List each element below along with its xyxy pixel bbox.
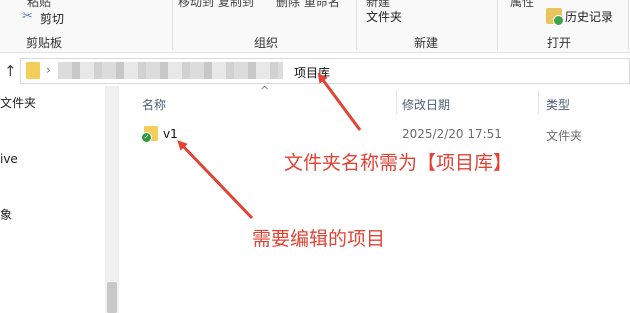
properties-button-label[interactable]: 属性: [510, 0, 534, 10]
move-copy-buttons-label[interactable]: 移动到 复制到: [178, 0, 254, 10]
group-clipboard-label: 剪贴板: [26, 36, 63, 50]
group-organize-label: 组织: [254, 36, 279, 50]
table-row[interactable]: ✓ v1 2025/2/20 17:51 文件夹: [122, 124, 630, 146]
address-bar: ↑ › 项目库: [0, 56, 630, 86]
cut-button[interactable]: 剪切: [40, 10, 64, 27]
folder-icon: [26, 62, 40, 79]
nav-item-drive[interactable]: ive: [0, 152, 18, 166]
nav-scrollbar[interactable]: [105, 86, 119, 313]
file-modified: 2025/2/20 17:51: [402, 127, 502, 141]
nav-item-objects[interactable]: 象: [0, 206, 12, 223]
sync-check-icon: ✓: [141, 132, 152, 143]
navigation-pane: 文件夹 ive 象: [0, 86, 122, 313]
history-button[interactable]: 历史记录: [565, 8, 613, 25]
file-name[interactable]: v1: [163, 127, 178, 141]
column-divider[interactable]: [396, 90, 397, 114]
ribbon-divider: [497, 0, 498, 50]
new-folder-button[interactable]: 文件夹: [366, 8, 402, 25]
ribbon-divider: [356, 0, 357, 50]
ribbon: 粘贴 移动到 复制到 删除 重命名 新建 属性 ✂ 剪切 文件夹 历史记录 剪贴…: [0, 0, 630, 53]
group-open-label: 打开: [547, 36, 572, 50]
history-icon: [546, 8, 564, 26]
file-type: 文件夹: [546, 129, 583, 143]
breadcrumb-chevron-icon[interactable]: ›: [46, 63, 51, 77]
group-new-label: 新建: [414, 36, 439, 50]
ribbon-divider: [172, 0, 173, 50]
column-header-type[interactable]: 类型: [546, 96, 570, 113]
folder-icon: ✓: [141, 126, 158, 143]
nav-item-folders[interactable]: 文件夹: [0, 94, 36, 111]
breadcrumb-current-folder[interactable]: 项目库: [294, 64, 330, 81]
nav-scrollbar-thumb[interactable]: [107, 282, 117, 313]
file-list: ^ 名称 修改日期 类型 ✓ v1 2025/2/20 17:51 文件夹: [122, 84, 630, 313]
delete-rename-buttons-label[interactable]: 删除 重命名: [276, 0, 340, 10]
annotation-edit-item: 需要编辑的项目: [252, 228, 386, 250]
column-divider[interactable]: [538, 90, 539, 114]
column-header-modified[interactable]: 修改日期: [402, 96, 450, 113]
scissors-icon: ✂: [22, 9, 33, 24]
sort-caret-icon[interactable]: ^: [260, 84, 269, 97]
ribbon-divider: [628, 0, 629, 50]
column-header-name[interactable]: 名称: [142, 96, 166, 113]
redacted-path: [58, 62, 283, 79]
annotation-folder-name: 文件夹名称需为【项目库】: [284, 152, 513, 174]
up-arrow-icon[interactable]: ↑: [4, 62, 17, 80]
